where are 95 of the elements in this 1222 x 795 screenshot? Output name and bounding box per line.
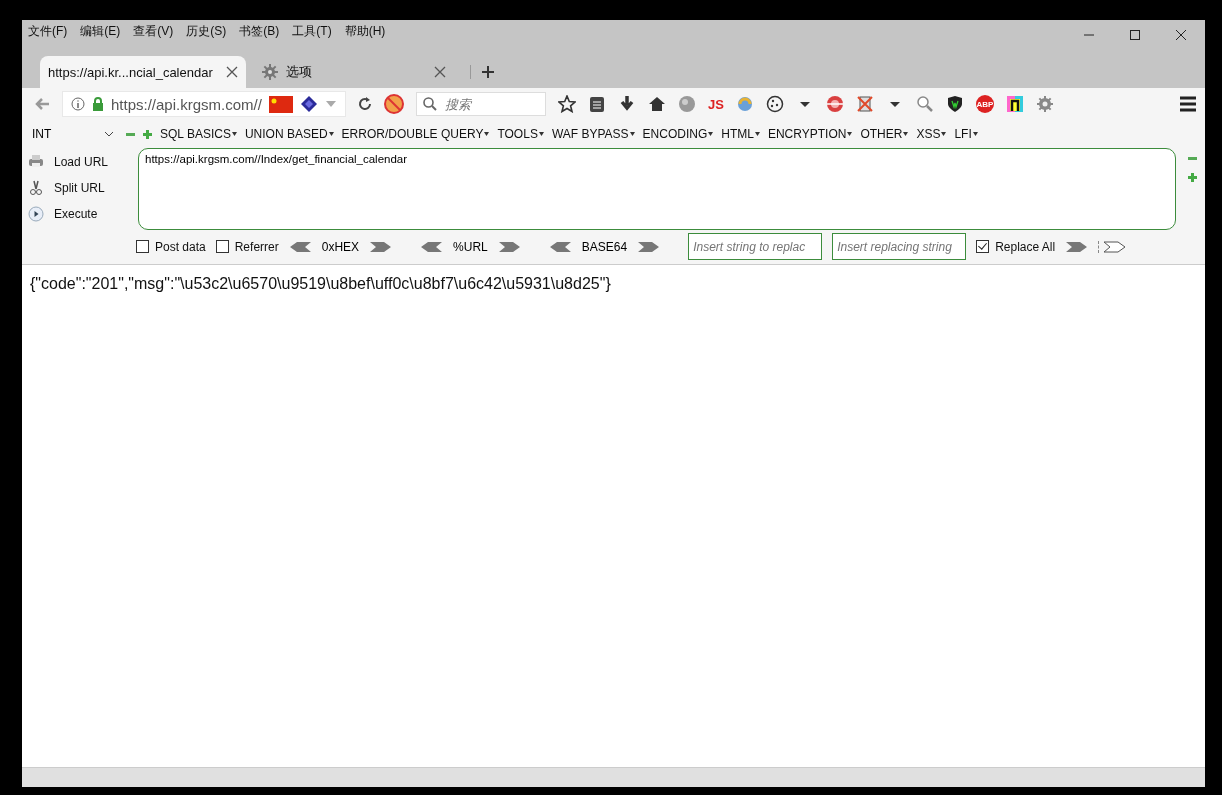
- caret-icon: [754, 132, 760, 136]
- menu-item[interactable]: 查看(V): [133, 22, 174, 40]
- globe-icon[interactable]: [678, 95, 696, 113]
- chevron-icon: [104, 130, 114, 138]
- hackbar-menu[interactable]: SQL BASICS: [160, 127, 237, 141]
- hackbar-menu[interactable]: WAF BYPASS: [551, 127, 635, 141]
- action-button[interactable]: Load URL: [28, 152, 126, 172]
- action-button[interactable]: Execute: [28, 204, 126, 224]
- scissors-icon: [28, 180, 44, 196]
- maximize-button[interactable]: [1129, 29, 1141, 41]
- checkbox[interactable]: [976, 240, 990, 253]
- close-icon[interactable]: [226, 66, 238, 78]
- caret-icon: [231, 132, 237, 136]
- decode-arrow-icon[interactable]: [420, 240, 444, 253]
- play-icon: [28, 206, 44, 222]
- caret-icon: [328, 132, 334, 136]
- checkbox[interactable]: [215, 240, 229, 253]
- hackbar-menu[interactable]: ERROR/DOUBLE QUERY: [341, 127, 490, 141]
- address-bar[interactable]: https://api.krgsm.com//: [62, 91, 346, 117]
- shield-icon[interactable]: [945, 95, 964, 113]
- hackbar-menu[interactable]: UNION BASED: [244, 127, 334, 141]
- checkbox-label: Replace All: [995, 239, 1056, 254]
- target-icon[interactable]: [825, 95, 844, 113]
- encode-arrow-icon[interactable]: [369, 240, 393, 253]
- magnifier-icon[interactable]: [915, 95, 934, 113]
- checkbox[interactable]: [136, 240, 149, 253]
- decode-arrow-icon[interactable]: [548, 240, 572, 253]
- dropdown-icon[interactable]: [324, 99, 337, 109]
- caret-icon: [847, 132, 853, 136]
- lock-icon: [92, 97, 104, 111]
- search-field[interactable]: 搜索: [416, 92, 546, 116]
- printer-icon: [28, 154, 44, 170]
- browser-tab[interactable]: 选项: [254, 56, 454, 88]
- decode-arrow-icon[interactable]: [288, 240, 312, 253]
- hackbar-menu[interactable]: HTML: [721, 127, 760, 141]
- rainbow-tile-icon[interactable]: [1005, 95, 1024, 113]
- menu-icon[interactable]: [1179, 96, 1197, 112]
- close-icon[interactable]: [434, 66, 446, 78]
- hackbar-menu[interactable]: ENCRYPTION: [767, 127, 853, 141]
- checkbox-label: Post data: [155, 239, 206, 254]
- reload-icon[interactable]: [358, 97, 372, 111]
- hackbar-menu[interactable]: OTHER: [860, 127, 909, 141]
- menu-item[interactable]: 文件(F): [28, 22, 68, 40]
- caret-icon: [484, 132, 490, 136]
- encode-arrow-icon[interactable]: [497, 240, 521, 253]
- clipboard-icon[interactable]: [588, 95, 606, 113]
- minus-icon[interactable]: [1188, 154, 1197, 163]
- url-textarea[interactable]: https://api.krgsm.com//Index/get_financial_calendar: [138, 148, 1176, 230]
- plus-icon[interactable]: [143, 129, 152, 139]
- hackbar-menu[interactable]: XSS: [916, 127, 947, 141]
- action-button[interactable]: Split URL: [28, 178, 126, 198]
- js-button[interactable]: JS: [708, 96, 724, 112]
- home-icon[interactable]: [648, 95, 666, 113]
- info-icon[interactable]: [71, 97, 85, 111]
- hackbar-menu[interactable]: LFI: [954, 127, 978, 141]
- hackbar-menu[interactable]: TOOLS: [497, 127, 544, 141]
- replace-field[interactable]: Insert replacing string: [832, 233, 967, 260]
- crossed-page-icon[interactable]: [855, 95, 874, 113]
- caret-icon: [972, 132, 978, 136]
- menu-item[interactable]: 历史(S): [186, 22, 227, 40]
- caret-icon: [903, 132, 909, 136]
- caret-icon: [538, 132, 544, 136]
- caret-icon: [941, 132, 947, 136]
- swirl-icon[interactable]: [735, 95, 754, 113]
- response-text: {"code":"201","msg":"\u53c2\u6570\u9519\u8bef\uff0c\u8bf7\u6c42\u5931\u8d25"}: [30, 275, 612, 293]
- adblock-button[interactable]: ABP: [975, 95, 994, 113]
- close-button[interactable]: [1175, 29, 1187, 41]
- plus-icon[interactable]: [1188, 173, 1197, 182]
- encoding-label: BASE64: [581, 239, 628, 254]
- type-dropdown[interactable]: INT: [32, 127, 118, 141]
- caret-icon: [629, 132, 635, 136]
- blocked-icon[interactable]: [384, 94, 404, 114]
- replace-arrow-icon[interactable]: [1103, 240, 1127, 253]
- menu-item[interactable]: 帮助(H): [344, 22, 386, 40]
- download-arrow-icon[interactable]: [618, 95, 636, 113]
- encode-arrow-icon[interactable]: [637, 240, 661, 253]
- new-tab-icon[interactable]: [481, 65, 495, 79]
- checkbox-label: Referrer: [234, 239, 279, 254]
- menu-item[interactable]: 工具(T): [292, 22, 332, 40]
- caret-icon: [708, 132, 714, 136]
- replace-arrow-icon[interactable]: [1065, 240, 1089, 253]
- menu-item[interactable]: 编辑(E): [80, 22, 121, 40]
- cookie-icon[interactable]: [765, 95, 784, 113]
- hackbar-menu[interactable]: ENCODING: [642, 127, 714, 141]
- browser-tab[interactable]: https://api.kr...ncial_calendar: [40, 56, 246, 88]
- replace-field[interactable]: Insert string to replac: [688, 233, 823, 260]
- back-arrow-icon[interactable]: [34, 96, 50, 112]
- encoding-label: 0xHEX: [321, 239, 360, 254]
- gear-icon[interactable]: [1035, 95, 1054, 113]
- encoding-label: %URL: [453, 239, 488, 254]
- star-icon[interactable]: [558, 95, 576, 113]
- gear-icon: [262, 64, 278, 80]
- menu-item[interactable]: 书签(B): [239, 22, 280, 40]
- flag-icon: [268, 95, 293, 113]
- diamond-icon: [299, 95, 318, 113]
